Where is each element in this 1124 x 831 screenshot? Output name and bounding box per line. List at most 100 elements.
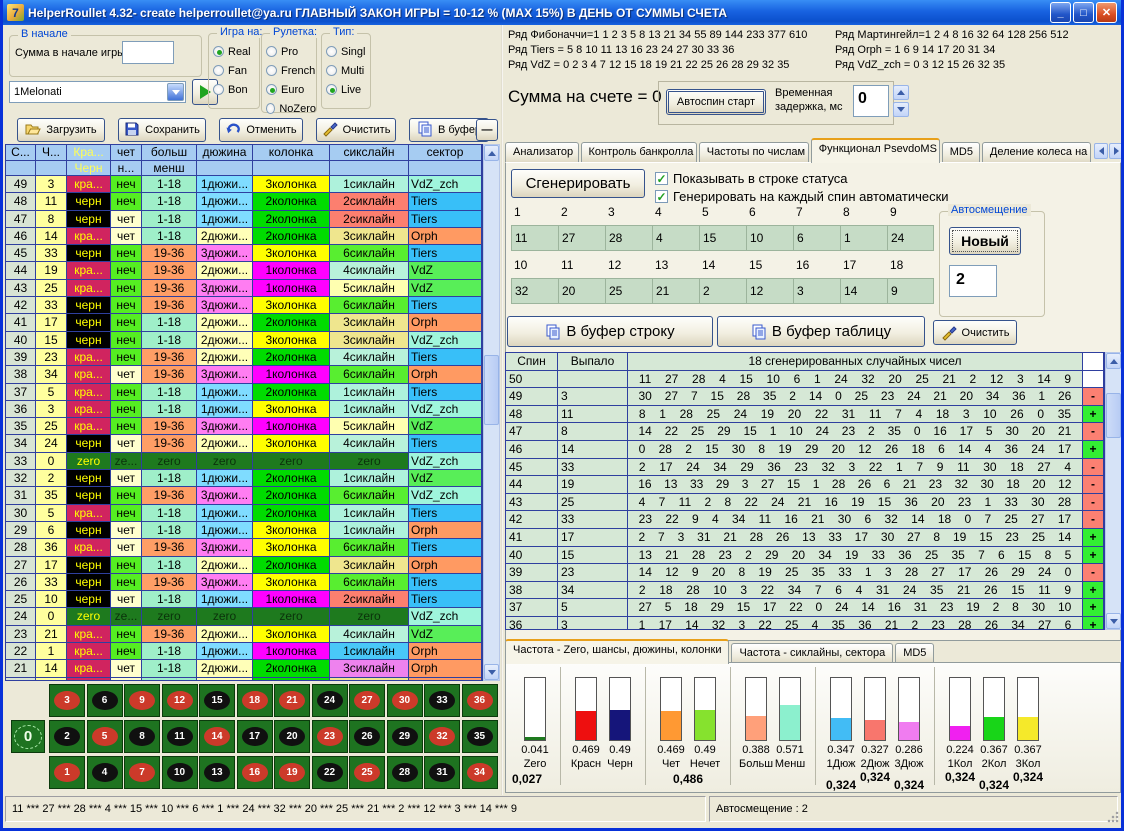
board-cell-12[interactable]: 12 — [162, 684, 198, 717]
history-row[interactable]: 4233черннеч19-363дюжи...3колонка6сиклайн… — [6, 297, 482, 314]
history-row[interactable]: 2114кра...чет1-182дюжи...2колонка3сиклай… — [6, 660, 482, 677]
history-header[interactable]: больш — [142, 145, 197, 161]
history-row[interactable]: 2836кра...чет19-363дюжи...3колонка6сикла… — [6, 539, 482, 556]
spins-row[interactable]: 40151321282322920341933362535761585+ — [506, 547, 1104, 565]
scroll-down-icon[interactable] — [1106, 613, 1121, 629]
tab-5[interactable]: MD5 — [942, 142, 980, 163]
tab-3[interactable]: Частоты по числам — [699, 142, 809, 163]
history-row[interactable]: 4533черннеч19-363дюжи...3колонка6сиклайн… — [6, 245, 482, 262]
history-scrollbar[interactable] — [483, 144, 500, 681]
board-cell-35[interactable]: 35 — [462, 720, 498, 753]
history-row[interactable]: 4117черннеч1-182дюжи...2колонка3сиклайнO… — [6, 314, 482, 331]
history-row[interactable]: 4419кра...неч19-362дюжи...1колонка4сикла… — [6, 262, 482, 279]
history-row[interactable]: 2321кра...неч19-362дюжи...3колонка4сикла… — [6, 626, 482, 643]
board-cell-19[interactable]: 19 — [274, 756, 310, 789]
scroll-down-icon[interactable] — [484, 664, 499, 680]
history-row[interactable]: 493кра...неч1-181дюжи...3колонка1сиклайн… — [6, 176, 482, 193]
autospin-start-button[interactable]: Автоспин старт — [666, 89, 766, 115]
history-row[interactable]: 2717черннеч1-182дюжи...2колонка3сиклайнO… — [6, 557, 482, 574]
history-row[interactable]: 3525кра...неч19-363дюжи...1колонка5сикла… — [6, 418, 482, 435]
radio-icon[interactable] — [266, 46, 277, 57]
save-button[interactable]: Сохранить — [118, 118, 206, 142]
tab-4[interactable]: Функционал PsevdoMS — [811, 138, 940, 163]
tabs-scroll-left-icon[interactable] — [1094, 143, 1108, 159]
history-row[interactable]: 221кра...неч1-181дюжи...1колонка1сиклайн… — [6, 643, 482, 660]
close-button[interactable]: ✕ — [1096, 2, 1117, 23]
board-cell-24[interactable]: 24 — [312, 684, 348, 717]
board-cell-5[interactable]: 5 — [87, 720, 123, 753]
spins-row[interactable]: 3631171432322254353621223282634276+ — [506, 617, 1104, 630]
history-row[interactable]: 375кра...неч1-181дюжи...2колонка1сиклайн… — [6, 384, 482, 401]
tabs-scroll-right-icon[interactable] — [1109, 143, 1123, 159]
radio-option-fan[interactable]: Fan — [213, 61, 259, 80]
history-row[interactable]: 4015черннеч1-182дюжи...3колонка3сиклайнV… — [6, 332, 482, 349]
checkbox-checked-icon[interactable]: ✓ — [655, 190, 668, 203]
board-cell-13[interactable]: 13 — [199, 756, 235, 789]
history-header[interactable]: н... — [111, 161, 142, 177]
freq-tab-3[interactable]: MD5 — [895, 643, 934, 664]
copy-table-button[interactable]: В буфер таблицу — [717, 316, 925, 347]
board-cell-15[interactable]: 15 — [199, 684, 235, 717]
history-header[interactable]: сикслайн — [330, 145, 409, 161]
board-cell-6[interactable]: 6 — [87, 684, 123, 717]
profile-combobox[interactable]: 1Melonati — [9, 81, 186, 103]
board-cell-8[interactable]: 8 — [124, 720, 160, 753]
load-button[interactable]: Загрузить — [17, 118, 105, 142]
board-cell-29[interactable]: 29 — [387, 720, 423, 753]
board-cell-17[interactable]: 17 — [237, 720, 273, 753]
spins-row[interactable]: 50112728415106124322025212123149 — [506, 371, 1104, 389]
board-cell-20[interactable]: 20 — [274, 720, 310, 753]
radio-icon[interactable] — [326, 65, 337, 76]
history-header[interactable] — [6, 161, 36, 177]
spins-row[interactable]: 4811812825241920223111741831026035+ — [506, 406, 1104, 424]
tab-1[interactable]: Анализатор — [505, 142, 579, 163]
title-bar[interactable]: 7 HelperRoullet 4.32- create helperroull… — [3, 0, 1121, 25]
delay-spin-down-icon[interactable] — [893, 102, 909, 117]
delay-spin-up-icon[interactable] — [893, 85, 909, 100]
history-header[interactable]: Кра... — [67, 145, 111, 161]
history-row[interactable]: 4325кра...неч19-363дюжи...1колонка5сикла… — [6, 280, 482, 297]
freq-tab-1[interactable]: Частота - Zero, шансы, дюжины, колонки — [505, 639, 729, 664]
spins-row[interactable]: 3834218281032234764312435212615119+ — [506, 582, 1104, 600]
tab-6[interactable]: Деление колеса на — [982, 142, 1091, 163]
tab-2[interactable]: Контроль банкролла — [581, 142, 697, 163]
history-header[interactable]: сектор — [409, 145, 482, 161]
radio-option-live[interactable]: Live — [326, 80, 370, 99]
checkbox-show-status[interactable]: ✓ Показывать в строке статуса — [655, 171, 848, 186]
history-header[interactable]: менш — [142, 161, 197, 177]
board-cell-30[interactable]: 30 — [387, 684, 423, 717]
spins-row[interactable]: 49330277152835214025232421203436126- — [506, 388, 1104, 406]
board-cell-7[interactable]: 7 — [124, 756, 160, 789]
history-scrollbar-thumb[interactable] — [484, 355, 499, 425]
history-header[interactable] — [36, 161, 67, 177]
radio-icon[interactable] — [266, 84, 277, 95]
history-row[interactable]: 4614кра...чет1-182дюжи...2колонка3сиклай… — [6, 228, 482, 245]
history-row[interactable]: 3834кра...чет19-363дюжи...1колонка6сикла… — [6, 366, 482, 383]
history-row[interactable]: 2014кра...чет1-182дюжи...2колонка3сиклай… — [6, 678, 482, 681]
maximize-button[interactable]: □ — [1073, 2, 1094, 23]
history-row[interactable]: 363кра...неч1-181дюжи...3колонка1сиклайн… — [6, 401, 482, 418]
history-row[interactable]: 2510чернчет1-181дюжи...1колонка2сиклайнT… — [6, 591, 482, 608]
history-row[interactable]: 240zeroze...zerozerozerozeroVdZ_zch — [6, 608, 482, 625]
combobox-dropdown-icon[interactable] — [167, 83, 184, 101]
autoshift-value-input[interactable]: 2 — [949, 265, 997, 297]
radio-icon[interactable] — [326, 46, 337, 57]
radio-icon[interactable] — [266, 103, 275, 114]
history-row[interactable]: 3135черннеч19-363дюжи...2колонка6сиклайн… — [6, 487, 482, 504]
board-cell-10[interactable]: 10 — [162, 756, 198, 789]
board-cell-23[interactable]: 23 — [312, 720, 348, 753]
radio-option-bon[interactable]: Bon — [213, 80, 259, 99]
delay-input[interactable]: 0 — [853, 85, 889, 117]
board-cell-18[interactable]: 18 — [237, 684, 273, 717]
radio-option-euro[interactable]: Euro — [266, 80, 316, 99]
board-cell-36[interactable]: 36 — [462, 684, 498, 717]
board-cell-25[interactable]: 25 — [349, 756, 385, 789]
radio-option-multi[interactable]: Multi — [326, 61, 370, 80]
board-cell-11[interactable]: 11 — [162, 720, 198, 753]
copy-row-button[interactable]: В буфер строку — [507, 316, 713, 347]
spins-scrollbar[interactable] — [1105, 352, 1122, 630]
board-cell-31[interactable]: 31 — [424, 756, 460, 789]
radio-icon[interactable] — [213, 46, 224, 57]
freq-tab-2[interactable]: Частота - сиклайны, сектора — [731, 643, 893, 664]
history-row[interactable]: 330zeroze...zerozerozerozeroVdZ_zch — [6, 453, 482, 470]
